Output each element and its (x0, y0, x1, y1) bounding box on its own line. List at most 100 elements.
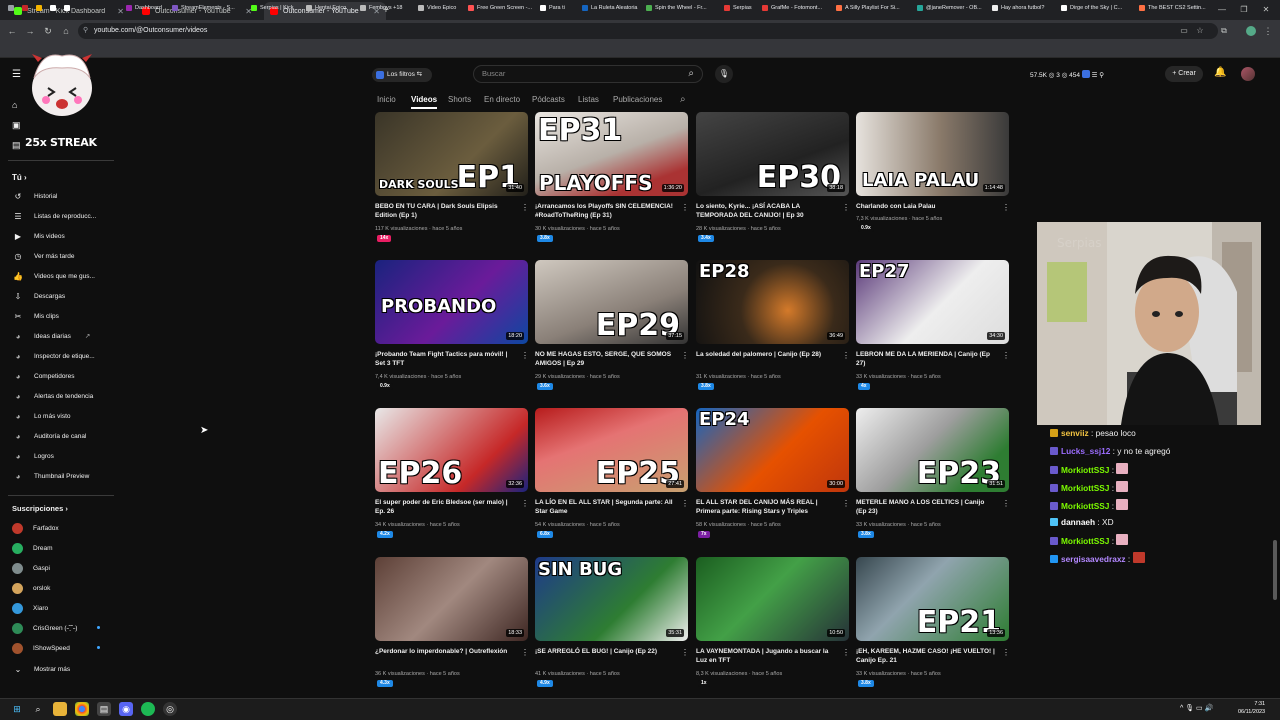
close-tab-icon[interactable]: ✕ (117, 7, 124, 16)
channel-tab[interactable]: Listas (578, 95, 599, 104)
video-options-icon[interactable]: ⋮ (1002, 648, 1010, 657)
video-thumbnail[interactable]: 10:50 (696, 557, 849, 641)
video-title[interactable]: METERLE MANO A LOS CELTICS | Canijo (Ep … (856, 498, 996, 516)
shorts-nav-icon[interactable]: ▣ (12, 120, 21, 131)
chat-username[interactable]: senviiz (1061, 428, 1089, 438)
sidebar-extension-item[interactable]: ◕ Ideas diarias ↗ (12, 329, 91, 343)
sidebar-item[interactable]: ⇩ Descargas (12, 289, 65, 303)
video-thumbnail[interactable]: SIN BUG 35:31 (535, 557, 688, 641)
video-thumbnail[interactable]: EP24 30:00 (696, 408, 849, 492)
video-options-icon[interactable]: ⋮ (681, 203, 689, 212)
sidebar-item[interactable]: ▶ Mis videos (12, 229, 65, 243)
video-thumbnail[interactable]: PROBANDO 18:20 (375, 260, 528, 344)
video-thumbnail[interactable]: EP30 38:18 (696, 112, 849, 196)
video-thumbnail[interactable]: EP26 32:36 (375, 408, 528, 492)
bookmark-item[interactable]: GrafMe - Fotomont... (762, 3, 822, 13)
video-title[interactable]: El super poder de Eric Bledsoe (ser malo… (375, 498, 515, 516)
video-options-icon[interactable]: ⋮ (1002, 203, 1010, 212)
home-button[interactable]: ⌂ (60, 24, 72, 38)
video-title[interactable]: ¿Perdonar lo imperdonable? | Outreflexió… (375, 647, 515, 656)
sidebar-item[interactable]: ↺ Historial (12, 189, 58, 203)
video-options-icon[interactable]: ⋮ (681, 648, 689, 657)
subscriptions-heading[interactable]: Suscripciones › (12, 504, 68, 513)
create-button[interactable]: + Crear (1165, 66, 1203, 82)
sidebar-extension-item[interactable]: ◕ Competidores (12, 369, 75, 383)
chat-username[interactable]: dannaeh (1061, 517, 1095, 527)
bookmark-item[interactable]: Spin the Wheel - Fr... (646, 3, 707, 13)
video-thumbnail[interactable]: EP25 27:41 (535, 408, 688, 492)
you-section-heading[interactable]: Tú › (12, 173, 27, 182)
subscription-item[interactable]: Farfadox (12, 521, 59, 535)
tiktok-icon[interactable] (64, 3, 70, 13)
apps-grid-icon[interactable] (8, 3, 14, 13)
filters-button[interactable]: Los filtros ⇆ (372, 68, 432, 82)
sidebar-item[interactable]: 👍 Videos que me gus... (12, 269, 95, 283)
video-title[interactable]: LA LÍO EN EL ALL STAR | Segunda parte: A… (535, 498, 675, 516)
bookmark-item[interactable]: A Silly Playlist For Si... (836, 3, 900, 13)
video-options-icon[interactable]: ⋮ (842, 351, 850, 360)
app-icon[interactable]: ▤ (97, 702, 111, 716)
bookmark-item[interactable]: Para ti (540, 3, 565, 13)
bookmark-star-icon[interactable]: ☆ (1194, 24, 1206, 38)
sidebar-item[interactable]: ☰ Listas de reproducc... (12, 209, 96, 223)
video-title[interactable]: NO ME HAGAS ESTO, SERGE, QUE SOMOS AMIGO… (535, 350, 675, 368)
video-title[interactable]: Charlando con Laia Palau (856, 202, 996, 211)
bookmark-item[interactable]: Serpias (724, 3, 752, 13)
video-thumbnail[interactable]: EP28 36:49 (696, 260, 849, 344)
bookmark-item[interactable]: Dirge of the Sky | C... (1061, 3, 1122, 13)
install-icon[interactable]: ▭ (1178, 24, 1190, 38)
home-nav-icon[interactable]: ⌂ (12, 100, 17, 110)
chat-username[interactable]: MorkiottSSJ (1061, 483, 1109, 493)
search-icon[interactable]: ⌕ (688, 66, 694, 82)
video-title[interactable]: ¡EH, KAREEM, HAZME CASO! ¡HE VUELTO! | C… (856, 647, 996, 665)
windows-start-icon[interactable]: ⊞ (10, 702, 24, 716)
chat-username[interactable]: MorkiottSSJ (1061, 465, 1109, 475)
browser-menu-icon[interactable]: ⋮ (1262, 24, 1274, 38)
taskbar-clock[interactable]: 7:31 06/11/2023 (1238, 700, 1265, 716)
bookmark-item[interactable]: The BEST CS2 Settin... (1139, 3, 1206, 13)
chrome-icon[interactable] (75, 702, 89, 716)
video-title[interactable]: La soledad del palomero | Canijo (Ep 28) (696, 350, 836, 359)
video-thumbnail[interactable]: EP31 PLAYOFFS 1:36:20 (535, 112, 688, 196)
video-title[interactable]: ¡Probando Team Fight Tactics para móvil!… (375, 350, 515, 368)
subscription-item[interactable]: Dream (12, 541, 53, 555)
file-explorer-icon[interactable] (53, 702, 67, 716)
bookmark-item[interactable]: Dashboard (126, 3, 162, 13)
channel-tab[interactable]: Pódcasts (532, 95, 565, 104)
video-options-icon[interactable]: ⋮ (1002, 499, 1010, 508)
sidebar-extension-item[interactable]: ◕ Alertas de tendencia (12, 389, 94, 403)
spotify-icon[interactable] (141, 702, 155, 716)
subscription-item[interactable]: IShowSpeed (12, 641, 100, 655)
channel-tab[interactable]: Publicaciones (613, 95, 662, 104)
chat-username[interactable]: MorkiottSSJ (1061, 536, 1109, 546)
video-title[interactable]: EL ALL STAR DEL CANIJO MÁS REAL | Primer… (696, 498, 836, 516)
close-window-button[interactable]: ✕ (1258, 3, 1274, 17)
sidebar-extension-item[interactable]: ◕ Logros (12, 449, 54, 463)
minimize-button[interactable]: — (1214, 3, 1230, 17)
page-scrollbar[interactable] (1273, 540, 1277, 600)
video-title[interactable]: BEBO EN TU CARA | Dark Souls Elipsis Edi… (375, 202, 515, 220)
extensions-icon[interactable]: ⧉ (1218, 24, 1230, 38)
video-title[interactable]: ¡SE ARREGLÓ EL BUG! | Canijo (Ep 22) (535, 647, 675, 656)
app-icon[interactable] (36, 3, 42, 13)
bookmark-item[interactable]: Serpias | Kick (251, 3, 294, 13)
channel-search-icon[interactable]: ⌕ (680, 94, 686, 105)
show-more-button[interactable]: ⌄ Mostrar más (12, 662, 70, 676)
bookmark-item[interactable]: @janeRemover - OB... (917, 3, 982, 13)
bookmark-item[interactable]: Femboys +18 (360, 3, 402, 13)
channel-tab[interactable]: En directo (484, 95, 520, 104)
bookmark-item[interactable]: Hentai Epico (306, 3, 346, 13)
subscription-item[interactable]: CrisGreen (˵˘ฺ˘˵) (12, 621, 100, 635)
bookmark-item[interactable]: Hay ahora futbol? (992, 3, 1044, 13)
taskbar-search-icon[interactable]: ⌕ (31, 702, 45, 716)
sidebar-extension-item[interactable]: ◕ Lo más visto (12, 409, 71, 423)
video-title[interactable]: LEBRON ME DA LA MERIENDA | Canijo (Ep 27… (856, 350, 996, 368)
sidebar-extension-item[interactable]: ◕ Auditoría de canal (12, 429, 87, 443)
chat-username[interactable]: MorkiottSSJ (1061, 501, 1109, 511)
app-icon[interactable] (22, 3, 28, 13)
search-input[interactable]: Buscar ⌕ (473, 65, 703, 83)
hamburger-menu-icon[interactable]: ☰ (12, 69, 21, 80)
video-thumbnail[interactable]: EP1 DARK SOULS 31:40 (375, 112, 528, 196)
voice-search-icon[interactable]: 🎙 (715, 65, 733, 83)
subscriptions-nav-icon[interactable]: ▤ (12, 140, 21, 151)
